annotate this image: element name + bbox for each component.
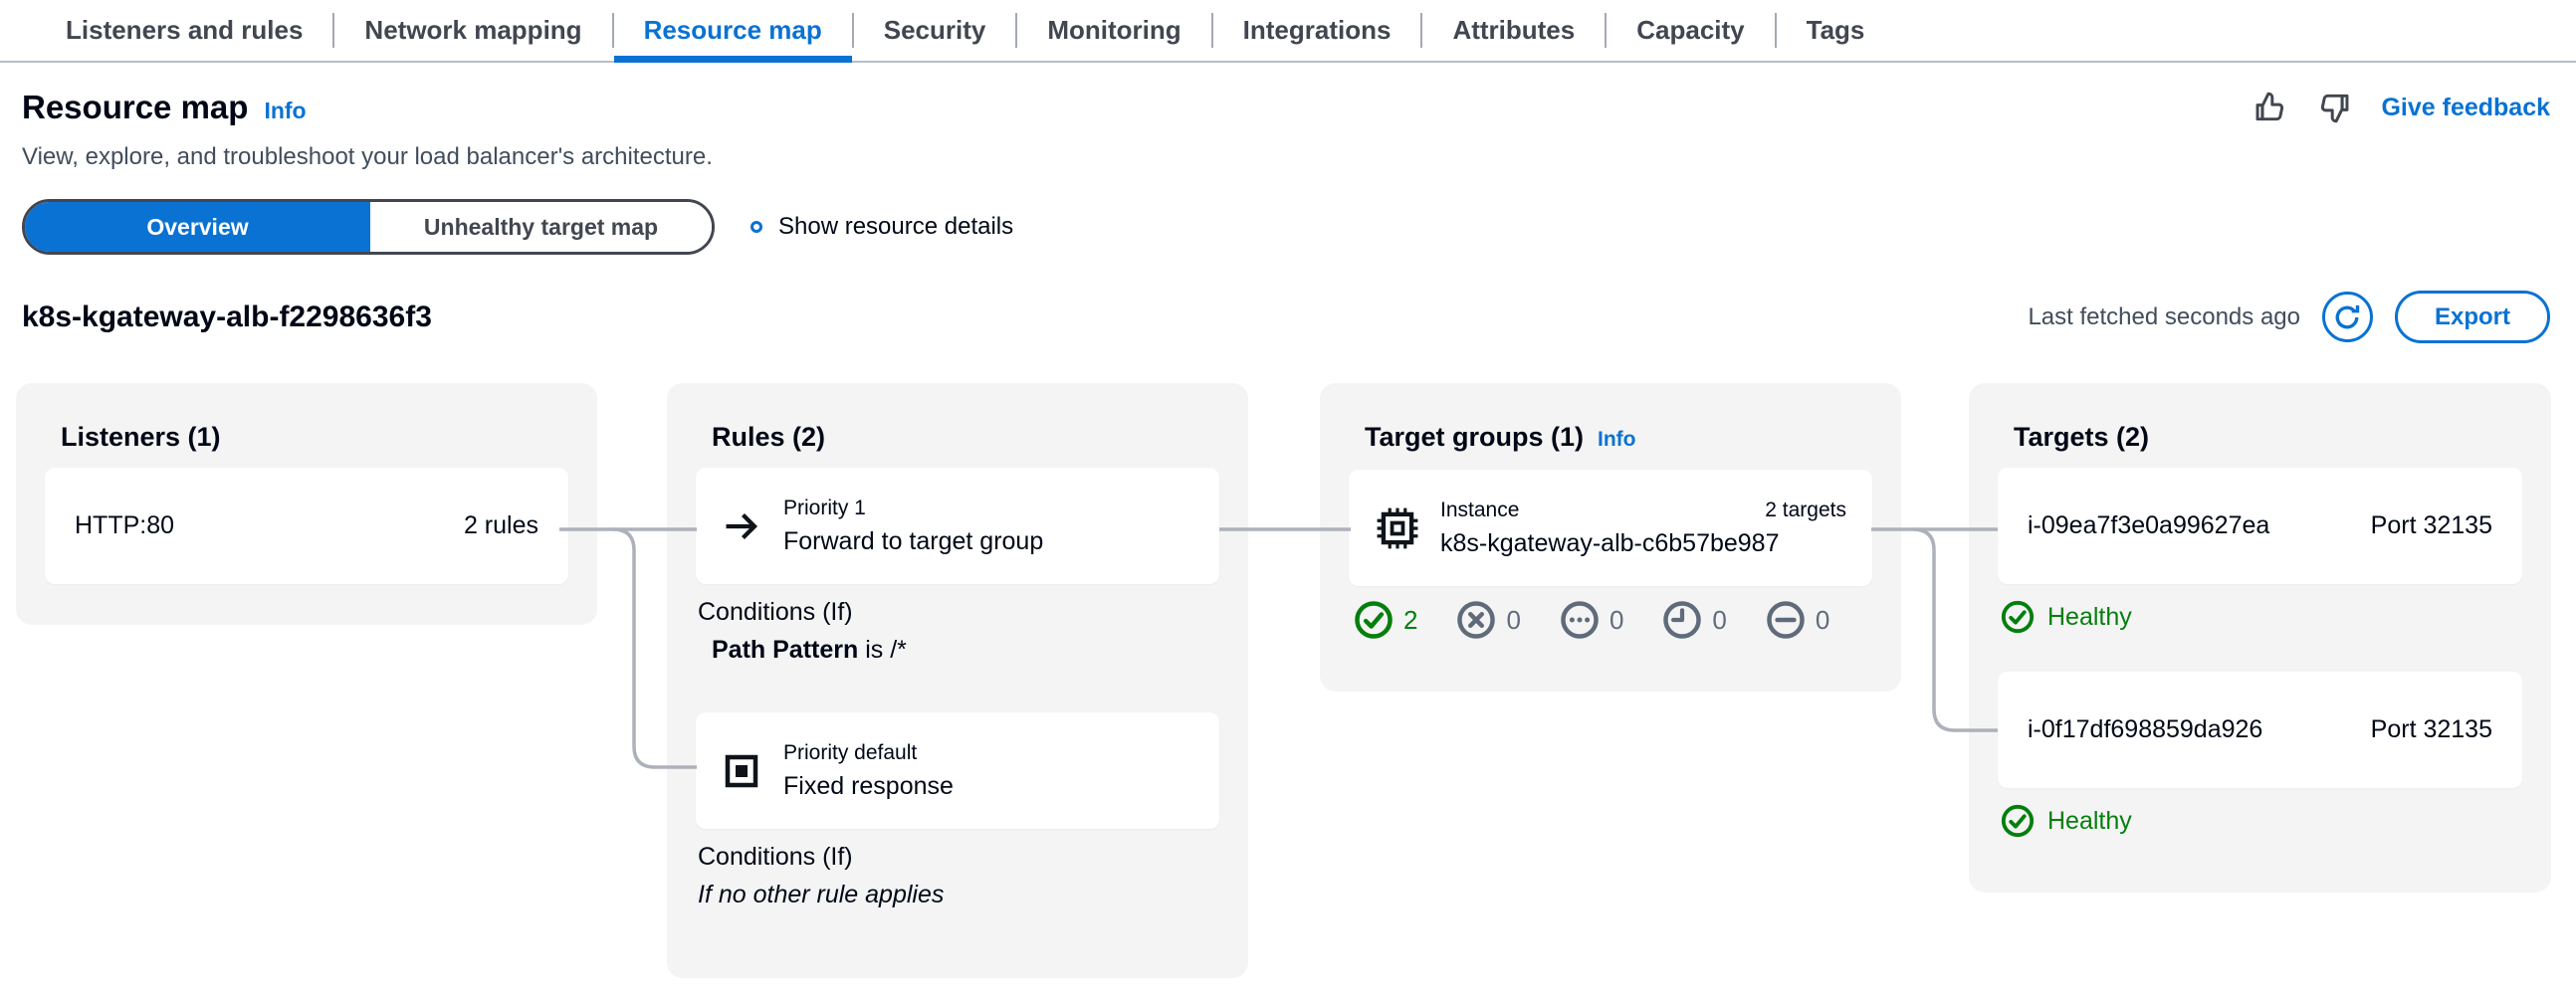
healthy-check-icon: [1353, 599, 1395, 641]
rules-column-title: Rules (2): [712, 421, 1219, 454]
last-fetched-text: Last fetched seconds ago: [2028, 303, 2300, 331]
target-groups-info-link[interactable]: Info: [1598, 423, 1635, 456]
show-resource-details-toggle[interactable]: [751, 221, 762, 233]
healthy-check-icon: [2000, 599, 2036, 635]
tab-network-mapping[interactable]: Network mapping: [334, 0, 611, 61]
view-segmented-control: Overview Unhealthy target map: [22, 199, 715, 255]
page-description: View, explore, and troubleshoot your loa…: [22, 143, 2550, 171]
load-balancer-name: k8s-kgateway-alb-f2298636f3: [22, 300, 432, 334]
refresh-icon: [2332, 302, 2362, 332]
healthy-count: 2: [1403, 605, 1417, 636]
target-status: Healthy: [2047, 603, 2132, 632]
target-instance-id: i-0f17df698859da926: [2028, 715, 2262, 744]
tab-capacity[interactable]: Capacity: [1607, 0, 1774, 61]
healthy-check-icon: [2000, 803, 2036, 839]
rule-action: Fixed response: [783, 772, 954, 801]
target-node-1[interactable]: i-09ea7f3e0a99627ea Port 32135: [1998, 468, 2522, 584]
unused-count: 0: [1816, 605, 1829, 636]
unhealthy-count: 0: [1506, 605, 1520, 636]
targets-column-title: Targets (2): [2014, 421, 2522, 454]
target-health-summary: 2 0 0: [1353, 599, 1872, 641]
toggle-label: Show resource details: [778, 213, 1013, 241]
thumbs-up-icon[interactable]: [2254, 91, 2287, 124]
tab-tags[interactable]: Tags: [1777, 0, 1895, 61]
page-title: Resource map: [22, 89, 248, 126]
pending-count: 0: [1610, 605, 1623, 636]
initial-count: 0: [1712, 605, 1726, 636]
toggle-knob: [732, 231, 752, 252]
instance-chip-icon: [1375, 505, 1420, 551]
give-feedback-link[interactable]: Give feedback: [2381, 94, 2550, 122]
target-group-targets-count: 2 targets: [1765, 499, 1846, 522]
rule-node-priority-default[interactable]: Priority default Fixed response: [696, 712, 1219, 829]
rule-conditions-label: Conditions (If): [698, 843, 1219, 872]
condition-field: Path Pattern: [712, 636, 858, 664]
tab-monitoring[interactable]: Monitoring: [1017, 0, 1210, 61]
rule-condition: Path Pattern is /*: [698, 636, 1219, 665]
pending-ellipsis-icon: [1559, 599, 1601, 641]
target-groups-column-title: Target groups (1): [1365, 421, 1584, 454]
unhealthy-x-icon: [1455, 599, 1497, 641]
target-node-2[interactable]: i-0f17df698859da926 Port 32135: [1998, 672, 2522, 788]
rule-condition: If no other rule applies: [698, 881, 1219, 909]
tab-listeners-and-rules[interactable]: Listeners and rules: [36, 0, 332, 61]
target-groups-column: Target groups (1) Info Instance 2 target…: [1320, 383, 1901, 692]
arrow-right-icon: [722, 506, 761, 546]
condition-value: is /*: [858, 636, 907, 664]
segment-unhealthy-target-map[interactable]: Unhealthy target map: [370, 202, 712, 252]
target-group-name: k8s-kgateway-alb-c6b57be987: [1440, 529, 1846, 558]
export-button[interactable]: Export: [2395, 291, 2550, 343]
tab-security[interactable]: Security: [854, 0, 1016, 61]
tab-bar: Listeners and rules Network mapping Reso…: [0, 0, 2576, 63]
fixed-response-icon: [722, 751, 761, 791]
tab-attributes[interactable]: Attributes: [1422, 0, 1605, 61]
listener-node-http-80[interactable]: HTTP:80 2 rules: [45, 468, 568, 584]
listeners-column: Listeners (1) HTTP:80 2 rules: [16, 383, 597, 625]
rules-column: Rules (2) Priority 1 Forward to target g…: [667, 383, 1248, 978]
tab-resource-map[interactable]: Resource map: [614, 0, 852, 61]
rule-priority-label: Priority 1: [783, 497, 1043, 520]
target-port: Port 32135: [2371, 511, 2492, 540]
thumbs-down-icon[interactable]: [2317, 91, 2351, 124]
rule-conditions-label: Conditions (If): [698, 598, 1219, 627]
listener-rules-count: 2 rules: [464, 511, 538, 540]
targets-column: Targets (2) i-09ea7f3e0a99627ea Port 321…: [1969, 383, 2551, 893]
target-group-type: Instance: [1440, 499, 1519, 522]
refresh-button[interactable]: [2322, 292, 2373, 342]
resource-map-info-link[interactable]: Info: [264, 98, 306, 124]
target-status: Healthy: [2047, 807, 2132, 836]
rule-priority-label: Priority default: [783, 741, 954, 765]
listener-protocol-port: HTTP:80: [75, 511, 174, 540]
unused-minus-icon: [1765, 599, 1807, 641]
segment-overview[interactable]: Overview: [25, 202, 370, 252]
target-group-node[interactable]: Instance 2 targets k8s-kgateway-alb-c6b5…: [1349, 470, 1872, 586]
rule-action: Forward to target group: [783, 527, 1043, 556]
resource-map-canvas: Listeners (1) HTTP:80 2 rules Rules (2) …: [0, 383, 2576, 1001]
target-port: Port 32135: [2371, 715, 2492, 744]
listeners-column-title: Listeners (1): [61, 421, 568, 454]
target-instance-id: i-09ea7f3e0a99627ea: [2028, 511, 2269, 540]
tab-integrations[interactable]: Integrations: [1213, 0, 1421, 61]
rule-node-priority-1[interactable]: Priority 1 Forward to target group: [696, 468, 1219, 584]
initial-clock-icon: [1661, 599, 1703, 641]
